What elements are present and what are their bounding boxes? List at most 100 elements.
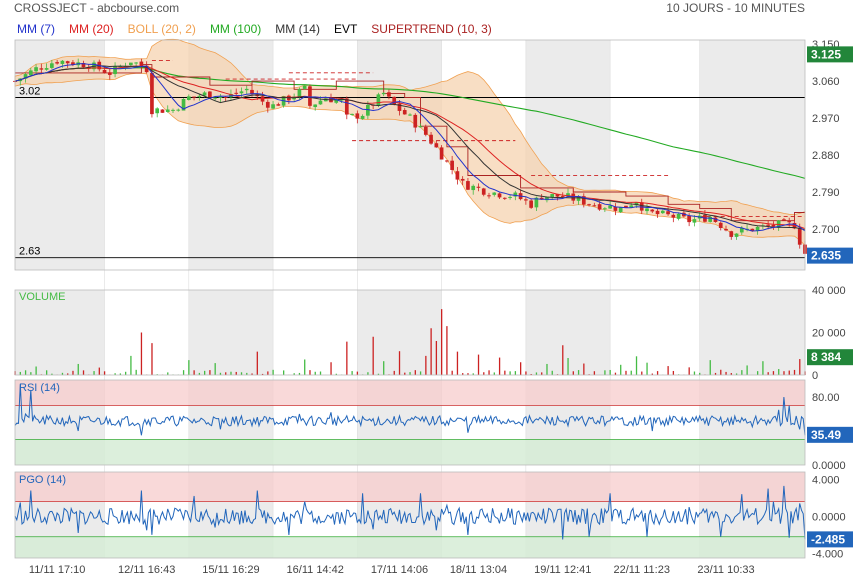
volume-bar: [393, 370, 395, 375]
candle-body: [597, 204, 602, 210]
volume-bar: [398, 351, 401, 375]
candle-body: [186, 96, 191, 101]
volume-bar: [209, 370, 211, 375]
candle-body: [476, 186, 481, 188]
day-shade: [357, 40, 442, 270]
candle-body: [439, 147, 444, 160]
y-tick-label-vol: 40 000: [812, 285, 846, 297]
volume-bar: [314, 371, 316, 375]
volume-bar: [19, 371, 21, 375]
x-tick-label: 23/11 10:33: [697, 564, 754, 576]
candle-body: [102, 69, 107, 73]
candle-body: [350, 113, 354, 115]
candle-body: [360, 115, 365, 119]
volume-bar: [546, 363, 548, 375]
volume-bar: [77, 363, 79, 375]
volume-bar: [720, 369, 722, 375]
legend-item-2: BOLL (20, 2): [128, 22, 196, 36]
candle-body: [797, 227, 802, 245]
candle-body: [129, 62, 133, 66]
volume-bar: [572, 371, 574, 375]
rsi-panel-title: RSI (14): [19, 382, 60, 394]
x-tick-label: 15/11 16:29: [202, 564, 259, 576]
candle-body: [297, 89, 302, 98]
candle-body: [455, 171, 460, 180]
y-tick-label-vol: 0: [812, 370, 818, 382]
candle-body: [423, 126, 428, 135]
volume-bar: [182, 370, 185, 375]
volume-bar: [672, 370, 675, 375]
volume-bar: [609, 369, 611, 375]
overbought-zone: [15, 380, 805, 406]
legend-item-1: MM (20): [69, 22, 114, 36]
volume-bar: [414, 370, 416, 375]
volume-bar: [451, 370, 453, 375]
oversold-zone: [15, 536, 805, 558]
candle-body: [676, 213, 681, 219]
candle-body: [28, 70, 33, 76]
candle-body: [34, 67, 38, 72]
volume-bar: [551, 370, 553, 375]
candle-body: [650, 209, 655, 212]
volume-bar: [746, 365, 748, 375]
volume-bar: [525, 371, 527, 375]
candle-body: [244, 88, 249, 91]
candle-body: [434, 143, 439, 148]
x-tick-label: 22/11 11:23: [613, 564, 669, 576]
candle-body: [429, 134, 433, 144]
volume-bar: [309, 370, 311, 375]
y-axis-labels: 3.1503.0602.9702.8802.7902.70040 00020 0…: [807, 39, 853, 560]
volume-bar: [604, 370, 606, 375]
volume-bar: [356, 371, 359, 375]
volume-bar: [793, 369, 796, 375]
y-tick-label-rsi: 80.00: [812, 392, 840, 404]
candle-body: [50, 63, 54, 68]
volume-bar: [625, 370, 627, 375]
volume-bar: [82, 370, 85, 375]
x-tick-label: 18/11 13:04: [450, 564, 507, 576]
candle-body: [492, 192, 497, 195]
candle-body: [734, 233, 739, 237]
volume-bar: [304, 359, 306, 375]
volume-bar: [693, 371, 696, 375]
volume-bar: [425, 355, 427, 375]
volume-bar: [456, 351, 459, 375]
volume-bar: [240, 372, 243, 375]
volume-bar: [419, 371, 422, 375]
candle-body: [218, 96, 223, 98]
volume-bar: [330, 362, 332, 375]
legend-item-3: MM (100): [210, 22, 261, 36]
volume-bar: [225, 372, 227, 375]
candle-body: [171, 109, 175, 111]
candle-body: [302, 85, 307, 89]
volume-bar: [498, 357, 501, 375]
candle-body: [655, 210, 660, 215]
day-shade: [525, 40, 611, 270]
volume-bar: [214, 363, 216, 375]
x-tick-label: 12/11 16:43: [118, 564, 175, 576]
candle-body: [355, 113, 360, 119]
volume-bar: [235, 371, 237, 375]
volume-bar: [767, 372, 769, 375]
volume-bar: [509, 371, 511, 375]
y-tick-label-price: 2.700: [812, 224, 840, 236]
volume-bar: [567, 358, 569, 375]
candle-body: [55, 62, 59, 64]
volume-bar: [103, 371, 106, 375]
volume-bar: [93, 371, 95, 375]
volume-bar: [151, 343, 153, 375]
volume-panel-title: VOLUME: [19, 291, 65, 303]
candle-body: [460, 178, 465, 181]
volume-bar: [283, 370, 285, 375]
volume-bar: [520, 362, 522, 375]
candle-body: [487, 195, 491, 197]
overbought-zone: [15, 472, 805, 502]
candle-body: [471, 185, 476, 191]
candle-body: [671, 214, 676, 218]
candle-body: [408, 114, 412, 116]
volume-bar: [741, 370, 743, 375]
candle-body: [208, 91, 212, 98]
candle-body: [481, 188, 486, 195]
volume-bar: [762, 361, 764, 375]
candle-body: [155, 108, 160, 114]
